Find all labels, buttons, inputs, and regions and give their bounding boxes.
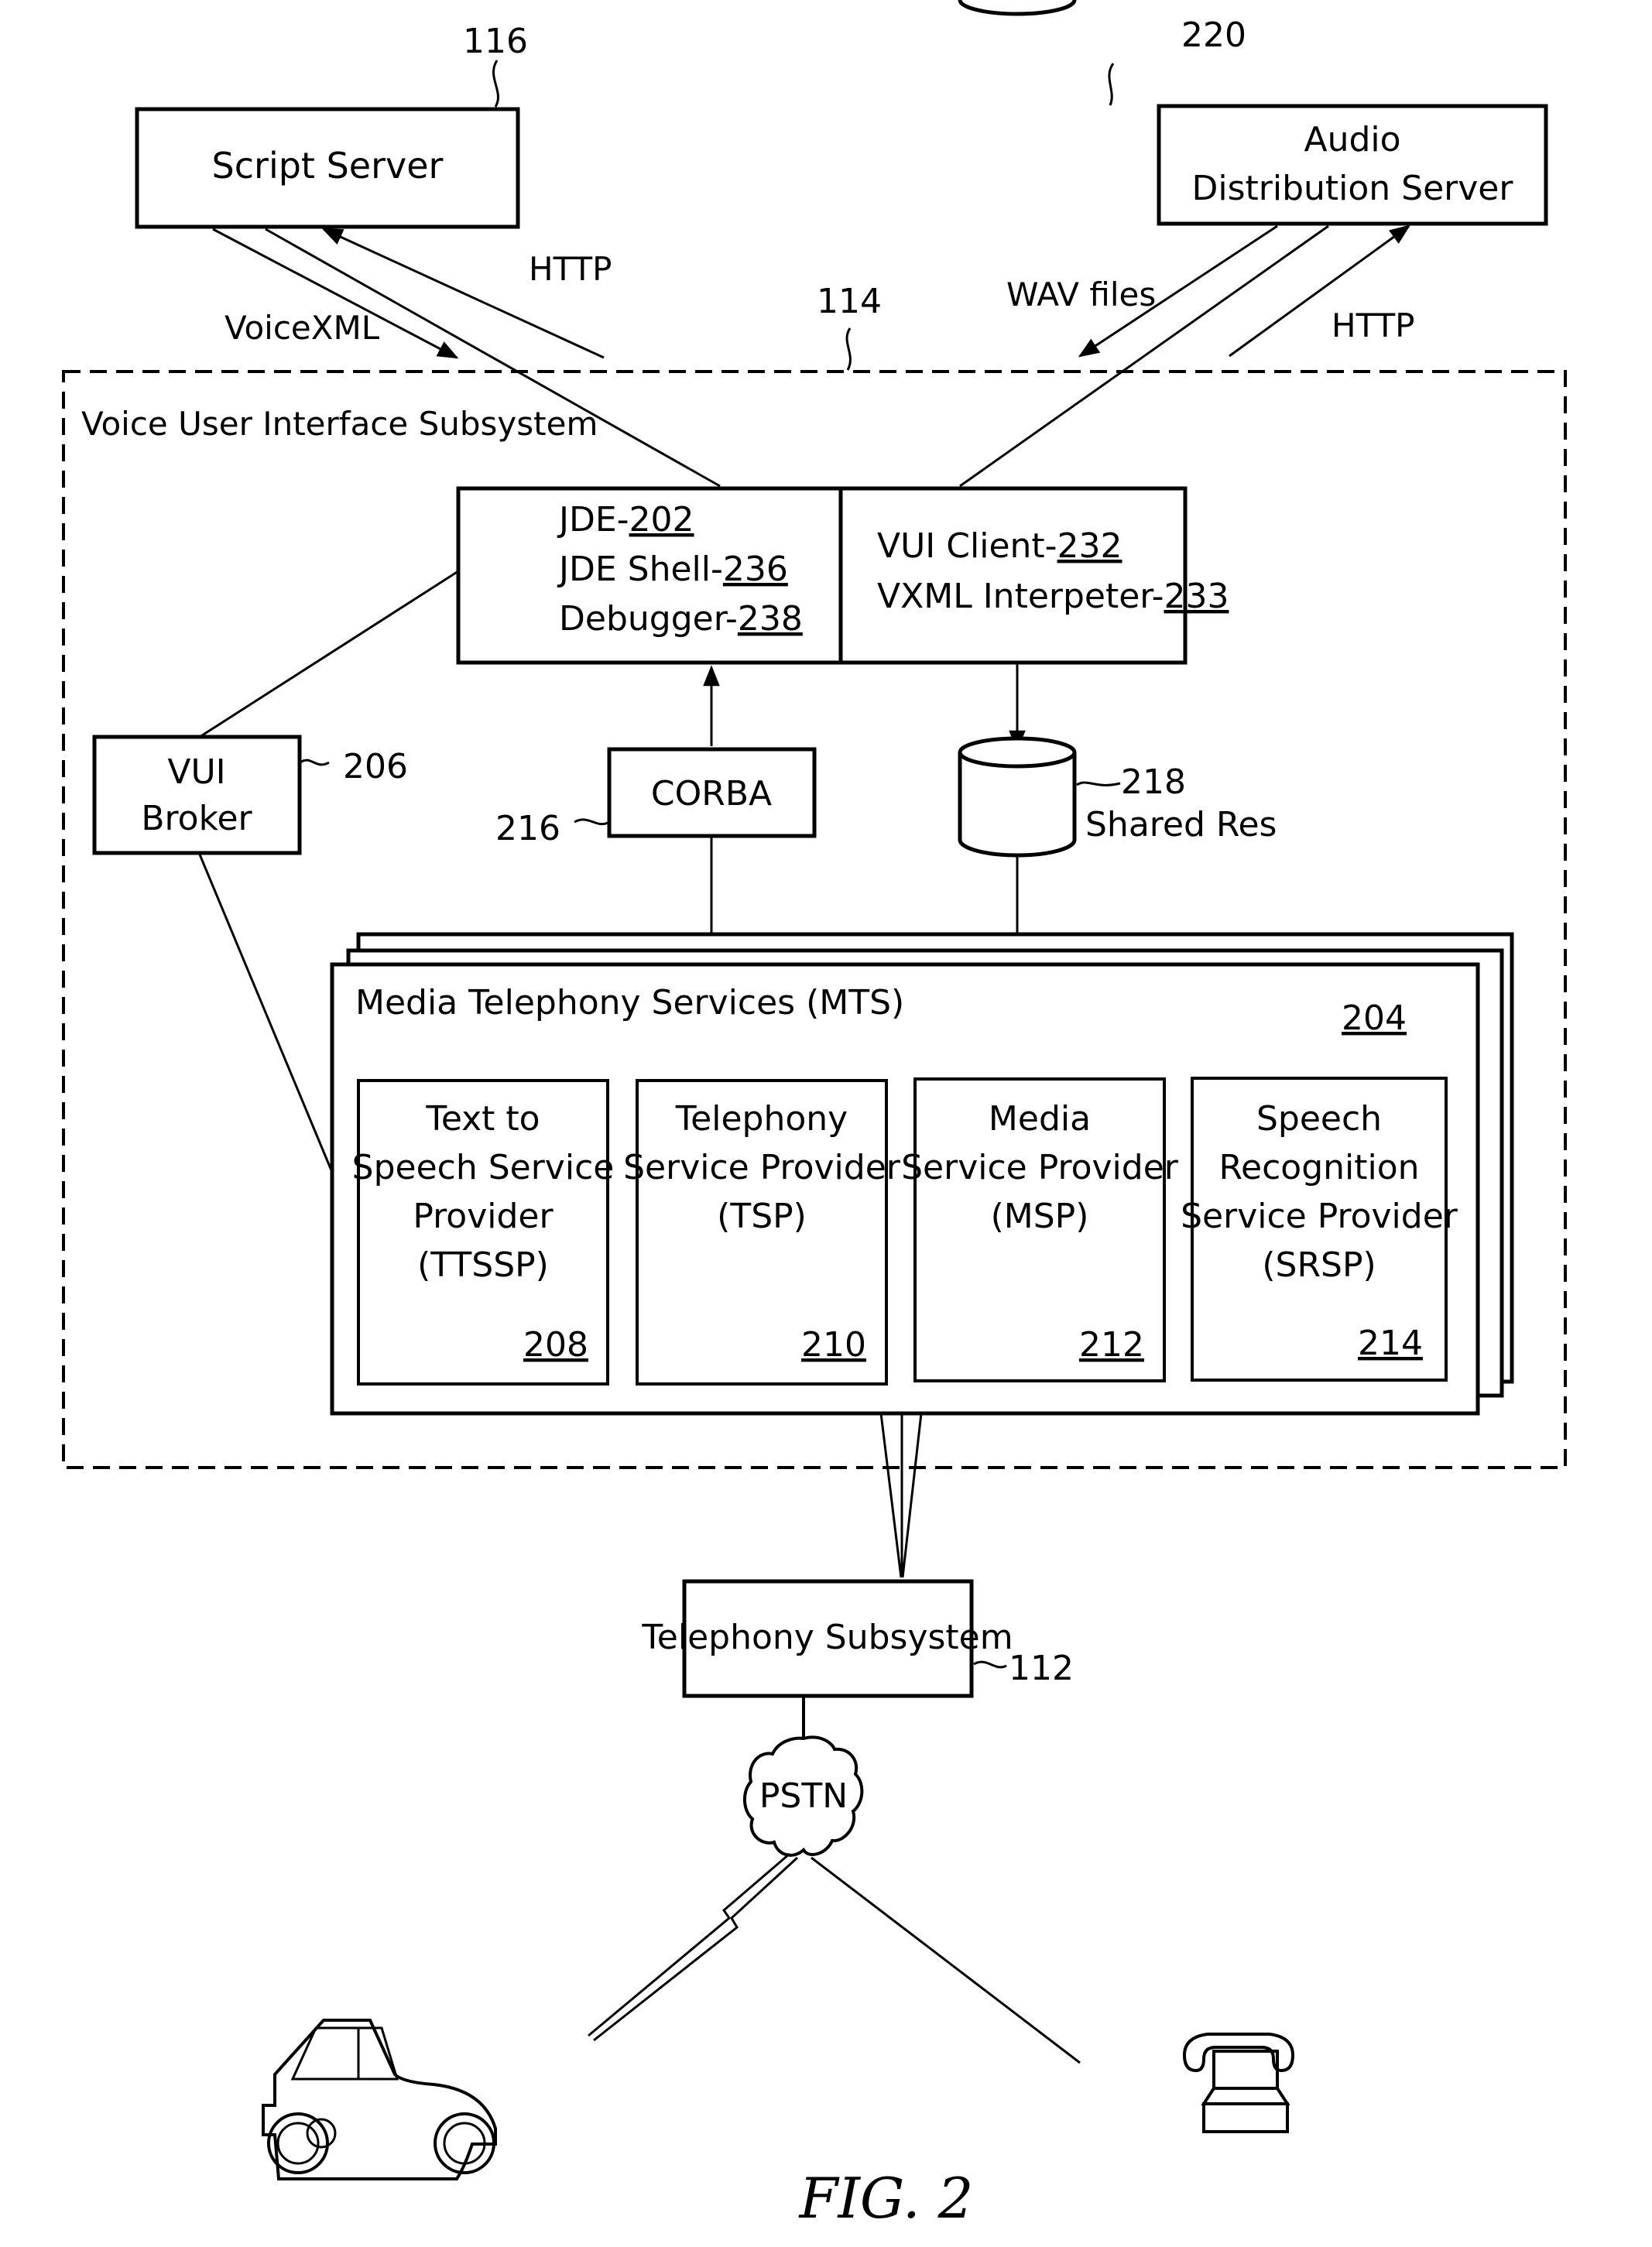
debugger-line: Debugger-238 <box>559 599 803 639</box>
mts-ref: 204 <box>1342 998 1407 1038</box>
wav-files-label: WAV files <box>1006 276 1156 313</box>
vui-client-node: VUI Client-232 VXML Interpeter-233 <box>838 486 1229 665</box>
provider-text-line: Text to <box>425 1099 540 1139</box>
provider-text-line: Speech Service <box>352 1148 615 1187</box>
shared-res-ref: 218 <box>1121 762 1186 802</box>
vui-broker-label-line2: Broker <box>141 799 252 838</box>
car-body <box>262 2019 497 2180</box>
provider-text-line: Media <box>989 1099 1091 1139</box>
provider-text-line: (TSP) <box>717 1197 807 1236</box>
audio-server-leader <box>1108 63 1115 106</box>
script-server-leader <box>492 60 499 108</box>
vui-broker-leader <box>300 759 330 766</box>
jde-shell-line: JDE Shell-236 <box>557 550 788 589</box>
mts-label: Media Telephony Services (MTS) <box>355 983 904 1022</box>
phone-base <box>1202 2102 1289 2133</box>
provider-text-line: (MSP) <box>991 1197 1089 1236</box>
audio-server-label-line1: Audio <box>1304 120 1400 159</box>
audio-server-ref: 220 <box>1181 15 1246 55</box>
car-icon <box>262 2019 497 2180</box>
corba-node: CORBA 216 <box>495 665 817 964</box>
broker-to-mts-line <box>198 854 333 1171</box>
debugger-ref: 238 <box>738 599 803 639</box>
http-script-label: HTTP <box>529 250 612 288</box>
telephony-subsystem-leader <box>973 1660 1007 1669</box>
shared-res-leader <box>1076 781 1121 786</box>
jde-node: JDE-202 JDE Shell-236 Debugger-238 <box>456 486 843 665</box>
provider-text-line: Service Provider <box>623 1148 901 1187</box>
vui-subsystem-label: Voice User Interface Subsystem <box>81 405 598 443</box>
http-audio-label: HTTP <box>1332 307 1414 344</box>
provider-ref: 212 <box>1079 1325 1144 1365</box>
audio-server-label-line2: Distribution Server <box>1192 169 1514 208</box>
trunk-line <box>879 1413 903 1578</box>
vui-client-ref: 232 <box>1057 526 1122 566</box>
corba-label: CORBA <box>651 774 772 814</box>
script-server-node: Script Server 116 <box>135 22 528 229</box>
provider-text-line: (TTSSP) <box>417 1245 549 1285</box>
phone-neck <box>1201 2087 1290 2105</box>
provider-text-line: (SRSP) <box>1262 1245 1376 1285</box>
provider-text-line: Service Provider <box>1181 1197 1458 1236</box>
cylinder-top <box>958 0 1077 16</box>
script-server-to-jde-line <box>265 228 721 488</box>
provider-ref: 214 <box>1358 1324 1423 1363</box>
lightning-bolt-outline <box>593 1856 799 2042</box>
trunk-line <box>901 1413 923 1578</box>
script-server-ref: 116 <box>463 22 528 61</box>
provider-text-line: Service Provider <box>901 1148 1179 1187</box>
pstn-to-phone-line <box>811 1856 1081 2064</box>
vui-client-line: VUI Client-232 <box>877 526 1122 566</box>
jde-line: JDE-202 <box>557 500 694 539</box>
telephony-subsystem-ref: 112 <box>1009 1649 1074 1688</box>
car-window-front <box>290 2026 360 2081</box>
vui-subsystem-ref: 114 <box>817 282 882 321</box>
voicexml-label: VoiceXML <box>224 309 380 347</box>
shared-res-cylinder-top <box>958 736 1077 769</box>
provider-text-line: Telephony <box>675 1099 848 1139</box>
audio-server-node: Audio Distribution Server 220 <box>1108 15 1548 226</box>
provider-text-line: Recognition <box>1218 1148 1419 1187</box>
corba-leader <box>574 818 608 826</box>
diagram-canvas: Script Server 116 VoiceXML HTTP Audio Di… <box>62 0 1567 2231</box>
broker-to-jde-line <box>199 570 459 738</box>
mts-to-telephony-lines <box>879 1413 923 1578</box>
mts-node: Media Telephony Services (MTS) 204 Text … <box>330 932 1514 1416</box>
wireless-link <box>588 1852 799 2042</box>
phone-upper-body <box>1212 2050 1279 2090</box>
pstn-node: PSTN <box>743 1735 864 1857</box>
telephony-subsystem-label: Telephony Subsystem <box>641 1618 1013 1657</box>
vui-subsystem-leader <box>845 327 852 371</box>
audio-server-to-vui-client-line <box>959 224 1329 488</box>
mts-box <box>330 962 1480 1416</box>
figure-label: FIG. 2 <box>798 2166 974 2231</box>
jde-shell-ref: 236 <box>723 550 788 589</box>
provider-ref: 210 <box>801 1325 866 1365</box>
vxml-interpreter-line: VXML Interpeter-233 <box>877 577 1229 616</box>
provider-ref: 208 <box>523 1325 588 1365</box>
telephony-subsystem-node: Telephony Subsystem 112 <box>641 1579 1074 1738</box>
lightning-bolt-icon <box>588 1852 790 2037</box>
corba-ref: 216 <box>495 809 560 848</box>
provider-text-line: Provider <box>413 1197 554 1236</box>
shared-res-label: Shared Res <box>1085 805 1277 844</box>
vui-client-box <box>838 486 1188 665</box>
vxml-interpreter-ref: 233 <box>1164 577 1229 616</box>
telephone-icon <box>1182 2033 1295 2133</box>
vui-broker-label-line1: VUI <box>167 752 225 792</box>
jde-ref: 202 <box>629 500 694 539</box>
vui-broker-ref: 206 <box>343 747 408 786</box>
pstn-label: PSTN <box>759 1776 848 1816</box>
provider-text-line: Speech <box>1256 1099 1382 1139</box>
script-server-label: Script Server <box>212 145 444 187</box>
